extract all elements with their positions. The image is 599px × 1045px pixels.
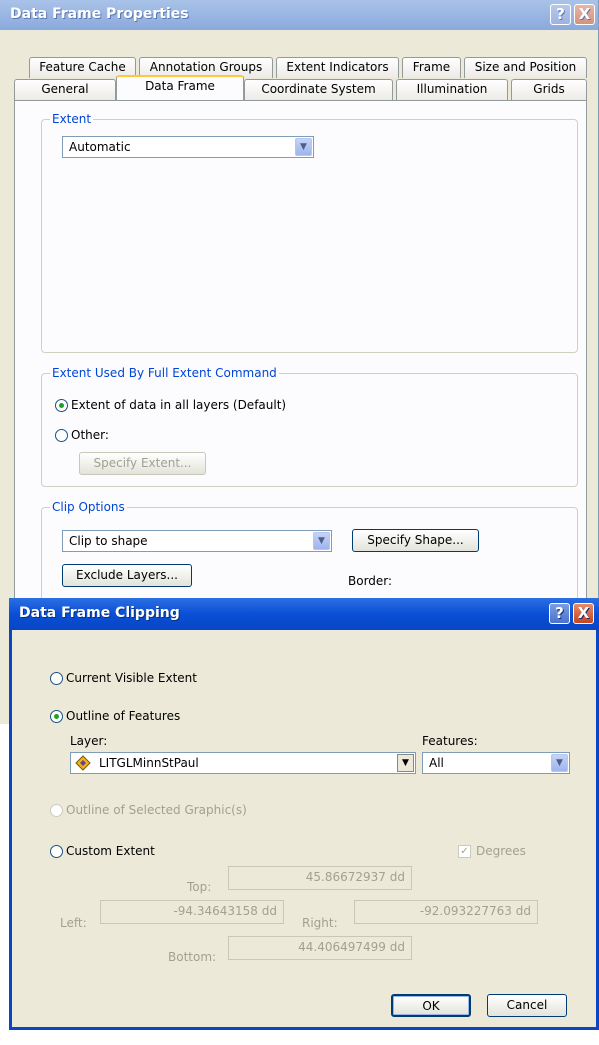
features-dropdown-value: All <box>429 756 444 770</box>
layer-label: Layer: <box>70 734 108 748</box>
exclude-layers-button[interactable]: Exclude Layers... <box>62 564 192 587</box>
title-bar: Data Frame Clipping ? X <box>9 598 599 630</box>
tab-frame[interactable]: Frame <box>402 57 461 78</box>
border-label: Border: <box>348 574 393 588</box>
clip-dropdown[interactable]: Clip to shape ▼ <box>62 530 332 552</box>
help-icon[interactable]: ? <box>549 603 570 624</box>
data-frame-clipping-dialog: Data Frame Clipping ? X Current Visible … <box>9 598 599 1030</box>
current-visible-extent-radio[interactable] <box>50 672 63 685</box>
right-field[interactable]: -92.093227763 dd <box>354 900 538 924</box>
extent-other-label: Other: <box>71 428 109 442</box>
extent-dropdown[interactable]: Automatic ▼ <box>62 136 314 158</box>
clip-options-group-label: Clip Options <box>50 500 127 514</box>
tab-coordinate-system[interactable]: Coordinate System <box>244 79 393 100</box>
chevron-down-icon[interactable]: ▼ <box>295 138 312 156</box>
tab-data-frame[interactable]: Data Frame <box>116 75 244 100</box>
tab-extent-indicators[interactable]: Extent Indicators <box>276 57 399 78</box>
outline-selected-graphic-label: Outline of Selected Graphic(s) <box>66 803 247 817</box>
custom-extent-label: Custom Extent <box>66 844 155 858</box>
degrees-label: Degrees <box>476 844 526 858</box>
full-extent-group-label: Extent Used By Full Extent Command <box>50 366 279 380</box>
tab-size-and-position[interactable]: Size and Position <box>464 57 587 78</box>
bottom-field[interactable]: 44.406497499 dd <box>228 936 412 960</box>
extent-group: Extent Automatic ▼ <box>41 112 578 353</box>
extent-group-label: Extent <box>50 112 94 126</box>
extent-default-label: Extent of data in all layers (Default) <box>71 398 287 412</box>
layer-dropdown[interactable]: LITGLMinnStPaul ▼ <box>70 752 416 774</box>
specify-shape-button[interactable]: Specify Shape... <box>352 529 479 552</box>
degrees-checkbox[interactable]: ✓ <box>458 845 471 858</box>
specify-extent-button[interactable]: Specify Extent... <box>79 452 206 475</box>
title-bar: Data Frame Properties ? X <box>0 0 598 30</box>
outline-selected-graphic-radio[interactable] <box>50 804 63 817</box>
layer-icon <box>75 755 91 771</box>
left-label: Left: <box>60 916 87 930</box>
chevron-down-icon[interactable]: ▼ <box>313 532 330 550</box>
outline-of-features-label: Outline of Features <box>66 709 181 723</box>
right-label: Right: <box>302 916 338 930</box>
custom-extent-radio[interactable] <box>50 845 63 858</box>
tab-grids[interactable]: Grids <box>511 79 587 100</box>
tab-general[interactable]: General <box>14 79 116 100</box>
extent-default-radio[interactable] <box>55 399 68 412</box>
features-label: Features: <box>422 734 478 748</box>
full-extent-group: Extent Used By Full Extent Command Exten… <box>41 366 578 487</box>
dialog-body: Current Visible Extent Outline of Featur… <box>12 630 596 1027</box>
layer-dropdown-value: LITGLMinnStPaul <box>99 756 199 770</box>
clip-dropdown-value: Clip to shape <box>69 534 148 548</box>
top-field[interactable]: 45.86672937 dd <box>228 866 412 890</box>
left-field[interactable]: -94.34643158 dd <box>100 900 284 924</box>
outline-of-features-radio[interactable] <box>50 710 63 723</box>
chevron-down-icon[interactable]: ▼ <box>551 754 568 772</box>
current-visible-extent-label: Current Visible Extent <box>66 671 197 685</box>
bottom-label: Bottom: <box>168 950 217 964</box>
cancel-button[interactable]: Cancel <box>487 994 567 1017</box>
extent-other-radio[interactable] <box>55 429 68 442</box>
dialog-title: Data Frame Clipping <box>19 605 180 621</box>
chevron-down-icon[interactable]: ▼ <box>397 754 414 772</box>
help-icon[interactable]: ? <box>550 4 571 25</box>
extent-dropdown-value: Automatic <box>69 140 131 154</box>
ok-button[interactable]: OK <box>391 994 471 1017</box>
top-label: Top: <box>187 880 212 894</box>
features-dropdown[interactable]: All ▼ <box>422 752 570 774</box>
close-icon[interactable]: X <box>574 4 595 25</box>
close-icon[interactable]: X <box>573 603 594 624</box>
window-title: Data Frame Properties <box>10 6 189 22</box>
tab-illumination[interactable]: Illumination <box>396 79 508 100</box>
